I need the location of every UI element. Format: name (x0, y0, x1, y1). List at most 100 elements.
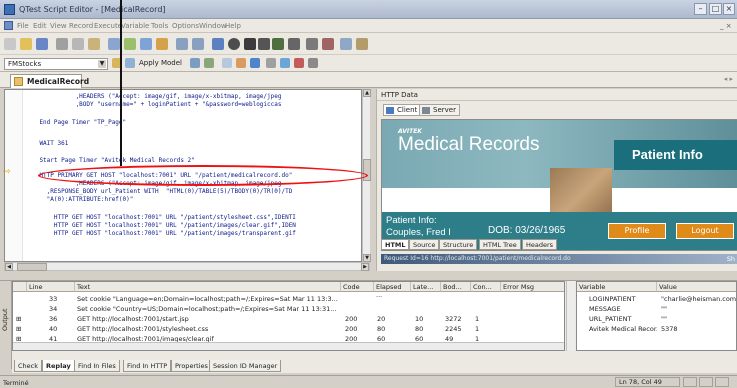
step-over-icon[interactable] (288, 38, 300, 50)
menu-window[interactable]: Window (199, 22, 227, 30)
col-elapsed[interactable]: Elapsed ... (374, 282, 411, 299)
table-row[interactable]: 33 Set cookie "Language=en;Domain=localho… (13, 294, 564, 304)
minimize-button[interactable]: – (694, 3, 707, 15)
table-row[interactable]: ⊞ 40 GET http://localhost:7001/stylesheet.… (13, 324, 564, 334)
cell-late: 80 (415, 325, 424, 333)
mdi-controls[interactable]: _ × (720, 22, 732, 30)
record-icon[interactable] (212, 38, 224, 50)
debug-icon[interactable] (340, 38, 352, 50)
scroll-left-icon[interactable]: ◀ (5, 263, 13, 271)
col-value[interactable]: Value (657, 282, 736, 292)
maximize-button[interactable]: □ (709, 3, 722, 15)
pause-icon[interactable] (244, 38, 256, 50)
menu-file[interactable]: File (17, 22, 29, 30)
scroll-right-icon[interactable]: ▶ (361, 263, 369, 271)
table-row[interactable]: ⊞ 36 GET http://localhost:7001/start.jsp 20… (13, 314, 564, 324)
tab-properties[interactable]: Properties (171, 360, 212, 372)
flag-icon[interactable] (294, 58, 304, 68)
variable-value: 5378 (661, 325, 678, 333)
menu-execute[interactable]: Execute (94, 22, 122, 30)
filter-icon[interactable] (204, 58, 214, 68)
title-bar: QTest Script Editor - [MedicalRecord] – … (0, 0, 737, 19)
tab-html[interactable]: HTML (381, 239, 410, 250)
undo-icon[interactable] (176, 38, 188, 50)
tab-replay[interactable]: Replay (42, 360, 75, 372)
stock-select[interactable]: FMStocks ▼ (4, 58, 108, 70)
cut-icon[interactable] (56, 38, 68, 50)
menu-record[interactable]: Record (69, 22, 93, 30)
play-icon[interactable] (272, 38, 284, 50)
menu-help[interactable]: Help (225, 22, 241, 30)
variable-icon[interactable] (222, 58, 232, 68)
scroll-up-icon[interactable]: ▲ (363, 89, 371, 97)
tab-server[interactable]: Server (419, 104, 460, 116)
cell-elapsed: 80 (377, 325, 386, 333)
stop-icon[interactable] (228, 38, 240, 50)
profile-button[interactable]: Profile (608, 223, 666, 239)
tab-session-id-manager[interactable]: Session ID Manager (209, 360, 282, 372)
menu-tools[interactable]: Tools (151, 22, 168, 30)
log-hscrollbar[interactable] (13, 342, 564, 350)
menu-options[interactable]: Options (172, 22, 199, 30)
window-title: QTest Script Editor - [MedicalRecord] (19, 5, 166, 14)
variable-row[interactable]: MESSAGE "" (577, 304, 736, 314)
col-text[interactable]: Text (75, 282, 341, 292)
variable-row[interactable]: URL_PATIENT "" (577, 314, 736, 324)
col-connection[interactable]: Con... (471, 282, 501, 292)
variable-value: "" (661, 305, 667, 313)
col-variable[interactable]: Variable (577, 282, 657, 292)
find-icon[interactable] (124, 38, 136, 50)
new-icon[interactable] (4, 38, 16, 50)
grid-icon[interactable] (306, 38, 318, 50)
sort-icon[interactable] (190, 58, 200, 68)
save-icon[interactable] (36, 38, 48, 50)
tab-find-in-files[interactable]: Find In Files (74, 360, 120, 372)
tab-source[interactable]: Source (409, 239, 440, 250)
tab-check[interactable]: Check (14, 360, 42, 372)
logout-button[interactable]: Logout (676, 223, 734, 239)
link-icon[interactable] (236, 58, 246, 68)
close-button[interactable]: × (723, 3, 735, 15)
model-edit-icon[interactable] (125, 58, 135, 68)
col-latency[interactable]: Late... (411, 282, 441, 292)
step-icon[interactable] (258, 38, 270, 50)
tab-client[interactable]: Client (383, 104, 422, 116)
redo-icon[interactable] (192, 38, 204, 50)
refresh-icon[interactable] (280, 58, 290, 68)
col-error[interactable]: Error Msg (501, 282, 564, 292)
table-row[interactable]: 34 Set cookie "Country=US;Domain=localhos… (13, 304, 564, 314)
menu-edit[interactable]: Edit (33, 22, 47, 30)
cell-con: 1 (475, 315, 480, 323)
col-line[interactable]: Line (27, 282, 75, 292)
print-icon[interactable] (108, 38, 120, 50)
help-icon[interactable] (356, 38, 368, 50)
bookmark-icon[interactable] (156, 38, 168, 50)
col-body[interactable]: Bod... (441, 282, 471, 292)
cell-text: GET http://localhost:7001/start.jsp (77, 315, 189, 323)
col-code[interactable]: Code (341, 282, 374, 292)
replace-icon[interactable] (140, 38, 152, 50)
tab-nav-arrows[interactable]: ◂ ▸ (724, 75, 733, 83)
tab-html-tree[interactable]: HTML Tree (479, 239, 521, 250)
scroll-down-icon[interactable]: ▼ (363, 254, 371, 262)
variable-row[interactable]: Avitek Medical Recor... 5378 (577, 324, 736, 334)
breakpoint-icon[interactable] (322, 38, 334, 50)
hscroll-thumb[interactable] (17, 263, 47, 271)
grid-view-icon[interactable] (308, 58, 318, 68)
model-toolbar: FMStocks ▼ Apply Model (0, 55, 737, 72)
tab-medicalrecord[interactable]: MedicalRecord (10, 74, 89, 88)
menu-variable[interactable]: Variable (121, 22, 149, 30)
paste-icon[interactable] (88, 38, 100, 50)
copy-icon[interactable] (72, 38, 84, 50)
blue-icon[interactable] (250, 58, 260, 68)
open-icon[interactable] (20, 38, 32, 50)
log-vscrollbar[interactable] (566, 281, 575, 351)
variable-row[interactable]: LOGINPATIENT "charlie@heisman.com (577, 294, 736, 304)
tab-structure[interactable]: Structure (439, 239, 478, 250)
menu-view[interactable]: View (50, 22, 67, 30)
tab-headers[interactable]: Headers (522, 239, 558, 250)
tab-find-in-http[interactable]: Find In HTTP (123, 360, 172, 372)
apply-model-button[interactable]: Apply Model (139, 59, 182, 67)
editor-hscrollbar[interactable]: ◀ ▶ (4, 262, 370, 271)
gear-icon[interactable] (266, 58, 276, 68)
